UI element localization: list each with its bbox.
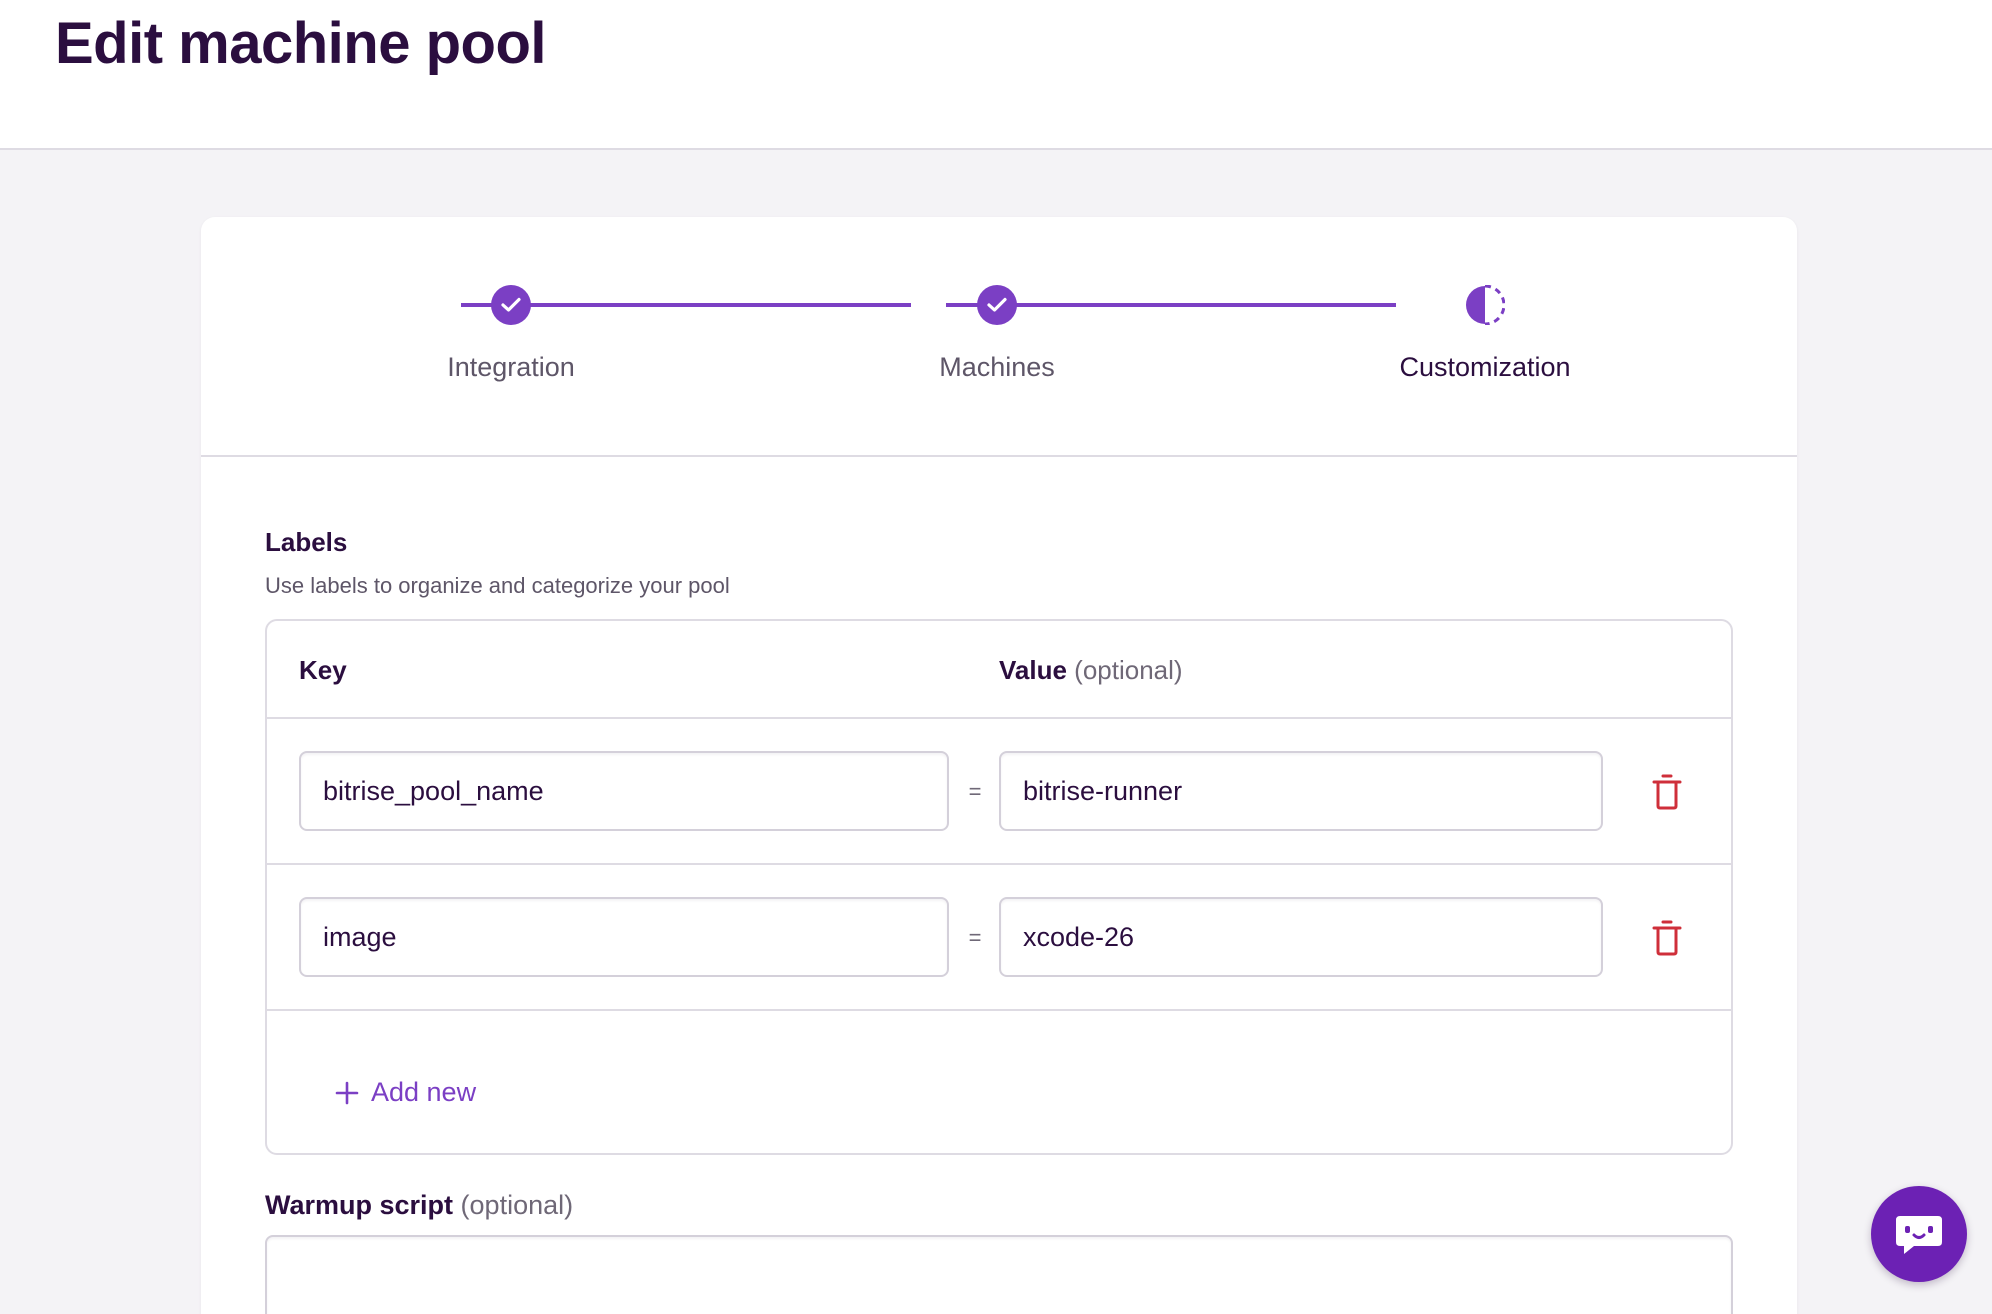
label-row: = — [267, 719, 1731, 865]
stepper: Integration Machines Customization — [201, 217, 1797, 457]
page-header: Edit machine pool — [0, 0, 1992, 150]
value-column-header: Value (optional) — [999, 655, 1183, 686]
value-header-text: Value — [999, 655, 1067, 685]
step-integration-check-icon — [491, 285, 531, 325]
step-customization-progress-icon — [1465, 285, 1505, 325]
add-new-label: Add new — [371, 1077, 477, 1107]
warmup-title-text: Warmup script — [265, 1190, 454, 1220]
key-column-header: Key — [299, 655, 347, 685]
plus-icon — [335, 1081, 359, 1104]
labels-table-header: Key Value (optional) — [267, 621, 1731, 719]
step-label-integration: Integration — [447, 352, 575, 382]
label-key-input[interactable] — [299, 897, 949, 977]
chat-bot-icon — [1896, 1216, 1942, 1254]
trash-icon — [1652, 920, 1682, 956]
labels-description: Use labels to organize and categorize yo… — [265, 573, 730, 598]
warmup-optional: (optional) — [460, 1190, 574, 1220]
trash-icon — [1652, 774, 1682, 810]
label-key-input[interactable] — [299, 751, 949, 831]
step-label-customization: Customization — [1399, 352, 1571, 382]
label-value-input[interactable] — [999, 897, 1603, 977]
equals-separator: = — [968, 925, 982, 950]
delete-label-button[interactable] — [1647, 771, 1687, 813]
delete-label-button[interactable] — [1647, 917, 1687, 959]
step-machines-check-icon — [977, 285, 1017, 325]
edit-pool-card: Integration Machines Customization Label… — [201, 217, 1797, 1314]
step-label-machines: Machines — [939, 352, 1055, 382]
chat-support-button[interactable] — [1871, 1186, 1967, 1282]
value-header-optional: (optional) — [1074, 655, 1183, 685]
labels-title: Labels — [265, 527, 348, 557]
label-value-input[interactable] — [999, 751, 1603, 831]
warmup-script-editor[interactable] — [265, 1235, 1733, 1314]
label-row: = — [267, 865, 1731, 1011]
warmup-script-title: Warmup script (optional) — [265, 1190, 573, 1221]
page-title: Edit machine pool — [55, 11, 547, 76]
add-new-label-button[interactable]: Add new — [335, 1077, 476, 1108]
labels-table: Key Value (optional) = = — [265, 619, 1733, 1155]
equals-separator: = — [968, 779, 982, 804]
